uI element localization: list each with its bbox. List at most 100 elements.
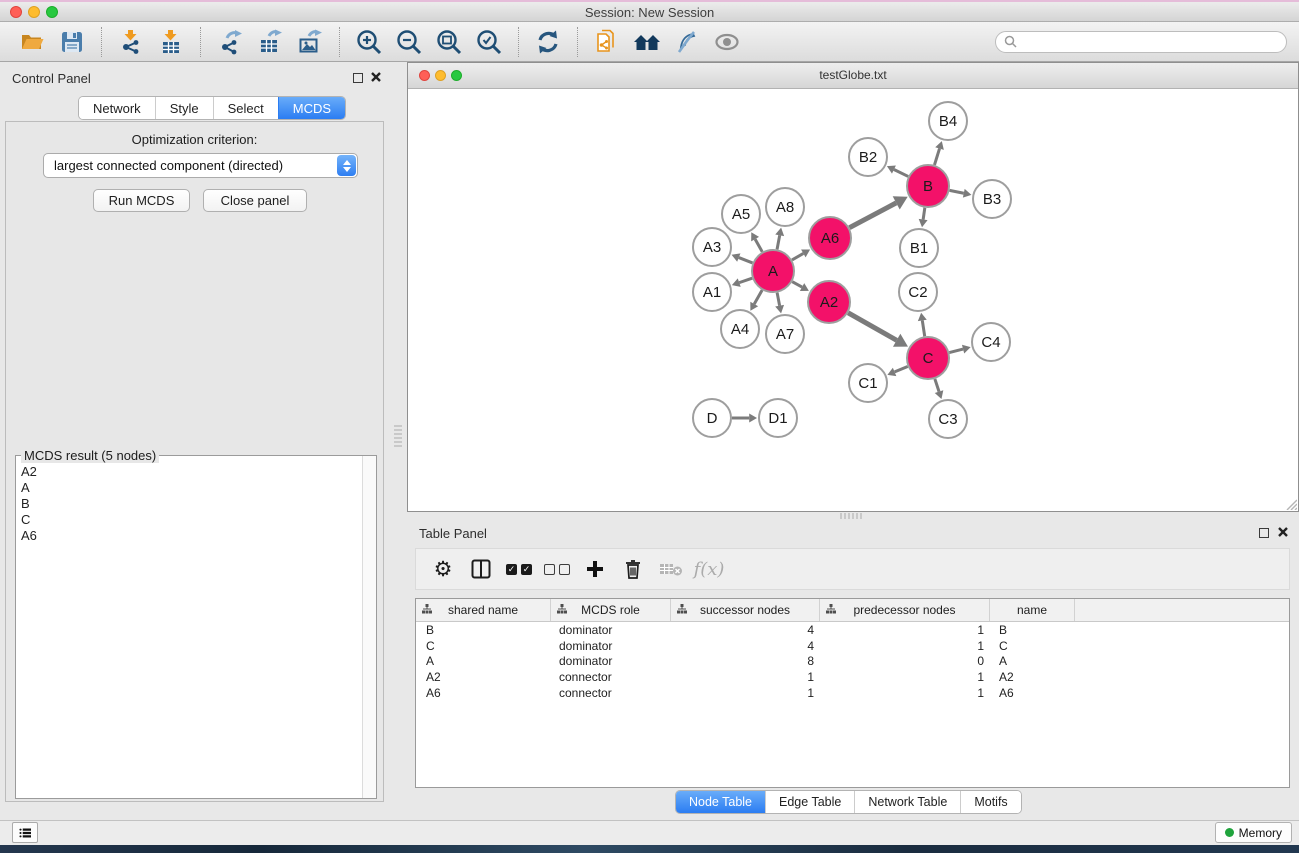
toolbar-separator	[200, 27, 201, 57]
table-row[interactable]: Adominator80A	[416, 653, 1289, 669]
toolbar-separator	[339, 27, 340, 57]
float-table-panel-icon[interactable]	[1259, 528, 1269, 538]
show-all-networks-icon[interactable]	[632, 27, 662, 57]
window-resize-grip[interactable]	[1283, 496, 1297, 510]
graph-edge[interactable]	[935, 379, 939, 392]
graph-edge[interactable]	[754, 290, 762, 304]
table-cell: 0	[820, 654, 990, 668]
graph-edge[interactable]	[895, 366, 908, 371]
graph-edge[interactable]	[792, 253, 803, 260]
delete-table-icon[interactable]	[654, 554, 688, 584]
table-row[interactable]: Cdominator41C	[416, 638, 1289, 654]
memory-button[interactable]: Memory	[1215, 822, 1292, 843]
optimization-criterion-label: Optimization criterion:	[6, 132, 383, 147]
open-file-icon[interactable]	[17, 27, 47, 57]
import-table-icon[interactable]	[156, 27, 186, 57]
graph-edge[interactable]	[777, 235, 780, 249]
graph-edge[interactable]	[849, 203, 896, 228]
search-input[interactable]	[1022, 34, 1278, 50]
table-row[interactable]: A6connector11A6	[416, 685, 1289, 701]
graph-node-label: B2	[859, 149, 877, 166]
graph-edge[interactable]	[923, 208, 925, 220]
mcds-result-item[interactable]: A	[21, 480, 362, 496]
main-toolbar	[0, 22, 1299, 62]
status-bar: Memory	[0, 820, 1299, 845]
table-options-icon[interactable]: ⚙	[426, 554, 460, 584]
graph-edge[interactable]	[949, 349, 963, 352]
column-header-successor-nodes[interactable]: successor nodes	[671, 599, 820, 621]
graph-edge[interactable]	[848, 313, 897, 340]
graph-node-label: A8	[776, 199, 794, 216]
graph-edge[interactable]	[755, 239, 762, 252]
toolbar-separator	[577, 27, 578, 57]
add-column-icon[interactable]	[578, 554, 612, 584]
graph-node-label: C3	[938, 411, 957, 428]
mcds-result-item[interactable]: C	[21, 512, 362, 528]
import-network-icon[interactable]	[116, 27, 146, 57]
export-network-icon[interactable]	[215, 27, 245, 57]
graph-node-label: C4	[981, 334, 1000, 351]
graph-edge[interactable]	[739, 278, 752, 282]
edge-arrowhead	[918, 313, 927, 321]
zoom-selected-icon[interactable]	[474, 27, 504, 57]
graph-edge[interactable]	[922, 320, 924, 336]
show-graphics-details-icon[interactable]	[712, 27, 742, 57]
mcds-result-item[interactable]: A2	[21, 464, 362, 480]
vertical-split-handle[interactable]	[394, 425, 402, 447]
network-graph[interactable]: AA1A3A5A8A6A2A4A7BB1B2B3B4CC1C2C3C4DD1	[408, 89, 1298, 511]
node-table-body: Bdominator41BCdominator41CAdominator80AA…	[416, 622, 1289, 700]
graph-node-label: A7	[776, 326, 794, 343]
graph-edge[interactable]	[777, 293, 779, 306]
float-panel-icon[interactable]	[353, 73, 363, 83]
tab-select[interactable]: Select	[213, 97, 278, 119]
export-table-icon[interactable]	[255, 27, 285, 57]
tab-motifs[interactable]: Motifs	[960, 791, 1020, 813]
column-header-mcds-role[interactable]: MCDS role	[551, 599, 671, 621]
zoom-fit-icon[interactable]	[434, 27, 464, 57]
close-panel-icon[interactable]	[370, 71, 382, 83]
mcds-result-item[interactable]: A6	[21, 528, 362, 544]
hide-annotations-icon[interactable]	[672, 27, 702, 57]
horizontal-split-handle[interactable]	[840, 513, 862, 519]
tab-style[interactable]: Style	[155, 97, 213, 119]
column-header-name[interactable]: name	[990, 599, 1075, 621]
run-mcds-button[interactable]: Run MCDS	[93, 189, 190, 212]
tab-node-table[interactable]: Node Table	[676, 791, 765, 813]
zoom-out-icon[interactable]	[394, 27, 424, 57]
tab-mcds[interactable]: MCDS	[278, 97, 345, 119]
show-column-icon[interactable]	[464, 554, 498, 584]
search-icon	[1004, 35, 1017, 48]
close-table-panel-icon[interactable]	[1277, 526, 1289, 538]
criterion-dropdown[interactable]: largest connected component (directed)	[43, 153, 358, 178]
new-network-from-selection-icon[interactable]	[592, 27, 622, 57]
delete-column-icon[interactable]	[616, 554, 650, 584]
select-all-rows-icon[interactable]: ✓✓	[502, 554, 536, 584]
task-history-icon[interactable]	[12, 822, 38, 843]
window-titlebar: Session: New Session	[0, 0, 1299, 22]
tab-edge-table[interactable]: Edge Table	[765, 791, 854, 813]
mcds-result-item[interactable]: B	[21, 496, 362, 512]
refresh-view-icon[interactable]	[533, 27, 563, 57]
graph-edge[interactable]	[894, 170, 908, 177]
table-cell: A6	[990, 686, 1075, 700]
export-image-icon[interactable]	[295, 27, 325, 57]
column-header-shared-name[interactable]: shared name	[416, 599, 551, 621]
table-row[interactable]: Bdominator41B	[416, 622, 1289, 638]
save-session-icon[interactable]	[57, 27, 87, 57]
graph-edge[interactable]	[792, 282, 802, 287]
graph-edge[interactable]	[950, 190, 964, 193]
zoom-in-icon[interactable]	[354, 27, 384, 57]
tab-network[interactable]: Network	[79, 97, 155, 119]
function-builder-icon[interactable]: f(x)	[692, 554, 726, 584]
graph-node-label: C2	[908, 284, 927, 301]
tab-network-table[interactable]: Network Table	[854, 791, 960, 813]
table-cell: A	[990, 654, 1075, 668]
graph-node-label: A2	[820, 294, 838, 311]
deselect-all-rows-icon[interactable]	[540, 554, 574, 584]
graph-edge[interactable]	[934, 149, 939, 165]
mcds-result-scrollbar[interactable]	[362, 456, 376, 798]
close-panel-button[interactable]: Close panel	[203, 189, 307, 212]
column-header-predecessor-nodes[interactable]: predecessor nodes	[820, 599, 990, 621]
graph-edge[interactable]	[739, 258, 753, 263]
table-row[interactable]: A2connector11A2	[416, 669, 1289, 685]
